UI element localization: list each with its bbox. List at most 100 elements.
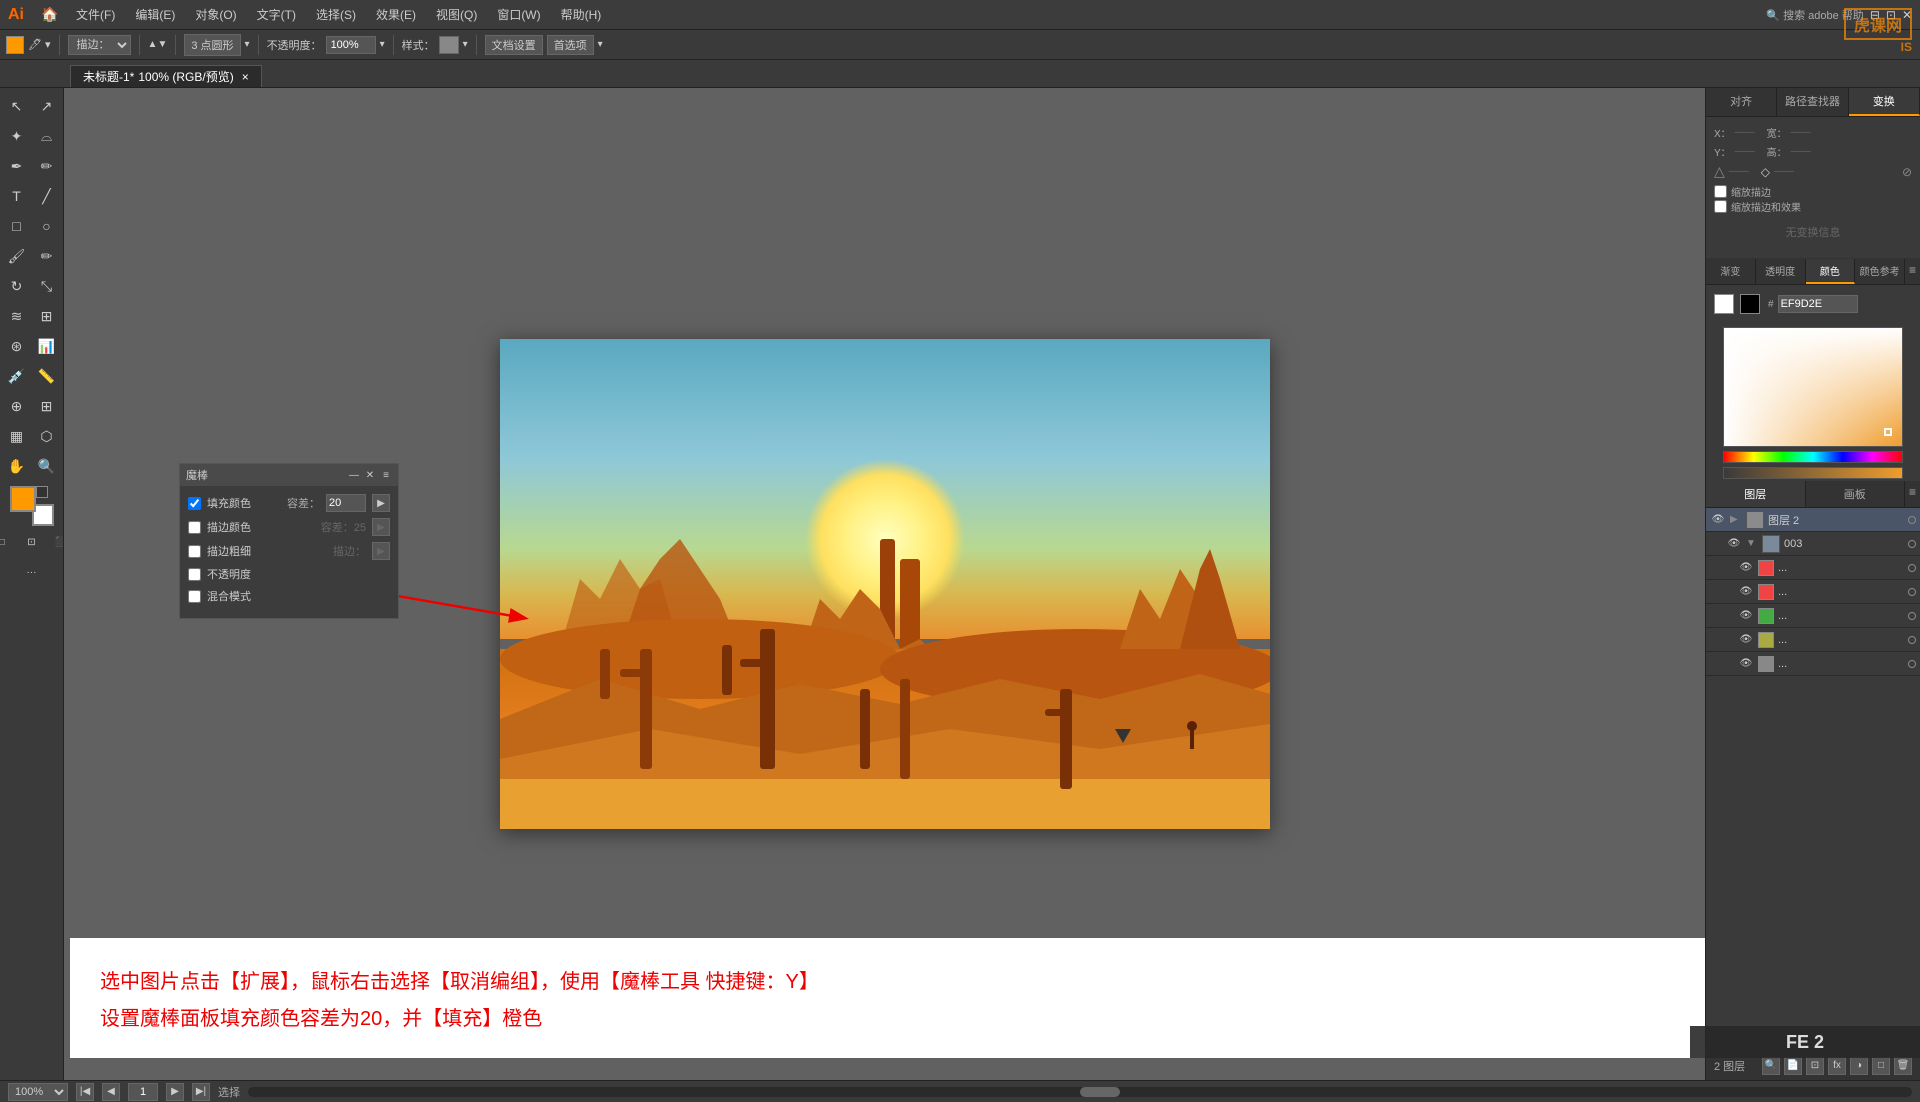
- swap-colors[interactable]: [36, 486, 48, 498]
- fill-color-checkbox[interactable]: [188, 497, 201, 510]
- layer-item-yellow[interactable]: 👁 ...: [1706, 628, 1920, 652]
- ellipse-tool[interactable]: ○: [33, 212, 61, 240]
- 003-expand[interactable]: ▼: [1746, 538, 1758, 549]
- layer-item-red1[interactable]: 👁 ...: [1706, 556, 1920, 580]
- gray-visibility[interactable]: 👁: [1738, 656, 1754, 672]
- tab-color[interactable]: 颜色: [1806, 259, 1856, 284]
- screen-mode[interactable]: ⊡: [18, 528, 46, 556]
- fill-color-swatch[interactable]: [6, 36, 24, 54]
- free-transform[interactable]: ⊞: [33, 302, 61, 330]
- pencil-tool[interactable]: ✏: [33, 242, 61, 270]
- tab-pathfinder[interactable]: 路径查找器: [1777, 88, 1848, 116]
- menu-text[interactable]: 文字(T): [249, 4, 304, 25]
- direct-select-tool[interactable]: ↗: [33, 92, 61, 120]
- normal-mode[interactable]: □: [0, 528, 16, 556]
- red1-visibility[interactable]: 👁: [1738, 560, 1754, 576]
- pen-options[interactable]: ✏: [33, 152, 61, 180]
- layer2-expand[interactable]: ▶: [1730, 514, 1742, 525]
- graph-tool[interactable]: 📊: [33, 332, 61, 360]
- more-tools[interactable]: ···: [18, 558, 46, 586]
- point-type-dropdown[interactable]: ▾: [245, 39, 250, 50]
- preferences-dropdown[interactable]: ▾: [598, 39, 603, 50]
- measure-tool[interactable]: 📏: [33, 362, 61, 390]
- lasso-tool[interactable]: ⌓: [33, 122, 61, 150]
- black-swatch[interactable]: [1740, 294, 1760, 314]
- magic-wand-tool-btn[interactable]: ✦: [3, 122, 31, 150]
- menu-select[interactable]: 选择(S): [308, 4, 364, 25]
- gradient-tool[interactable]: ▦: [3, 422, 31, 450]
- panel-close[interactable]: ✕: [364, 469, 376, 481]
- menu-effect[interactable]: 效果(E): [368, 4, 424, 25]
- stroke-width-arrow[interactable]: ▶: [372, 542, 390, 560]
- tab-align[interactable]: 对齐: [1706, 88, 1777, 116]
- scale-stroke-cb[interactable]: [1714, 185, 1727, 198]
- layers-fx-btn[interactable]: fx: [1828, 1057, 1846, 1075]
- canvas-area[interactable]: 魔棒 — ✕ ≡ 填充颜色 容差： ▶ 描边颜色 容差：: [64, 88, 1705, 1080]
- white-swatch[interactable]: [1714, 294, 1734, 314]
- layer2-visibility[interactable]: 👁: [1710, 512, 1726, 528]
- stroke-tolerance-arrow[interactable]: ▶: [372, 518, 390, 536]
- scale-tool[interactable]: ⤡: [33, 272, 61, 300]
- layer-item-green[interactable]: 👁 ...: [1706, 604, 1920, 628]
- layers-new-btn[interactable]: 📄: [1784, 1057, 1802, 1075]
- color-panel-menu[interactable]: ≡: [1905, 259, 1920, 284]
- layers-panel-menu[interactable]: ≡: [1905, 481, 1920, 507]
- zoom-tool[interactable]: 🔍: [33, 452, 61, 480]
- color-spectrum[interactable]: [1723, 327, 1903, 447]
- tab-color-ref[interactable]: 颜色参考: [1855, 259, 1905, 284]
- tab-transparency[interactable]: 透明度: [1756, 259, 1806, 284]
- layers-mask-btn[interactable]: ⊡: [1806, 1057, 1824, 1075]
- color-picker-handle[interactable]: [1884, 428, 1892, 436]
- layers-search-btn[interactable]: 🔍: [1762, 1057, 1780, 1075]
- brush-options[interactable]: 🖊 ▾: [28, 38, 51, 51]
- horizontal-scrollbar[interactable]: [248, 1087, 1912, 1097]
- tab-transform[interactable]: 变换: [1849, 88, 1920, 116]
- text-tool[interactable]: T: [3, 182, 31, 210]
- style-swatch[interactable]: [439, 36, 459, 54]
- 003-visibility[interactable]: 👁: [1726, 536, 1742, 552]
- layer-item-gray[interactable]: 👁 ...: [1706, 652, 1920, 676]
- next-page-btn[interactable]: ▶: [166, 1083, 184, 1101]
- page-input[interactable]: [128, 1083, 158, 1101]
- opacity-dropdown[interactable]: ▾: [380, 39, 385, 50]
- document-tab[interactable]: 未标题-1* 100% (RGB/预览) ×: [70, 65, 262, 87]
- layers-adjust-btn[interactable]: ◑: [1850, 1057, 1868, 1075]
- opacity-checkbox[interactable]: [188, 568, 201, 581]
- menu-window[interactable]: 窗口(W): [489, 4, 548, 25]
- layer-item-layer2[interactable]: 👁 ▶ 图层 2: [1706, 508, 1920, 532]
- eyedropper-tool[interactable]: 💉: [3, 362, 31, 390]
- blend-mode-select[interactable]: 描边：: [68, 35, 131, 55]
- menu-file[interactable]: 文件(F): [68, 4, 123, 25]
- line-tool[interactable]: ╱: [33, 182, 61, 210]
- menu-help[interactable]: 帮助(H): [553, 4, 610, 25]
- hex-input[interactable]: [1778, 295, 1858, 313]
- layers-delete-btn[interactable]: 🗑: [1894, 1057, 1912, 1075]
- magic-wand-title-bar[interactable]: 魔棒 — ✕ ≡: [180, 464, 398, 486]
- hand-tool[interactable]: ✋: [3, 452, 31, 480]
- symbol-tool[interactable]: ⊛: [3, 332, 31, 360]
- brush-tool[interactable]: 🖌: [3, 242, 31, 270]
- arrow-up-icon[interactable]: ▲▼: [148, 39, 168, 50]
- opacity-value[interactable]: 100%: [326, 36, 376, 54]
- menu-edit[interactable]: 编辑(E): [127, 4, 183, 25]
- layer-item-red2[interactable]: 👁 ...: [1706, 580, 1920, 604]
- red2-visibility[interactable]: 👁: [1738, 584, 1754, 600]
- panel-menu[interactable]: ≡: [380, 469, 392, 481]
- layers-tab-artboards[interactable]: 画板: [1806, 481, 1906, 507]
- tolerance-arrow[interactable]: ▶: [372, 494, 390, 512]
- stroke-color-checkbox[interactable]: [188, 521, 201, 534]
- menu-object[interactable]: 对象(O): [187, 4, 244, 25]
- layer-item-003[interactable]: 👁 ▼ 003: [1706, 532, 1920, 556]
- preferences-btn[interactable]: 首选项: [547, 35, 594, 55]
- artwork-canvas[interactable]: [500, 339, 1270, 829]
- style-dropdown[interactable]: ▾: [463, 39, 468, 50]
- first-page-btn[interactable]: |◀: [76, 1083, 94, 1101]
- tab-gradient[interactable]: 渐变: [1706, 259, 1756, 284]
- pen-tool[interactable]: ✒: [3, 152, 31, 180]
- hue-bar[interactable]: [1723, 451, 1903, 463]
- home-icon[interactable]: 🏠: [36, 1, 64, 29]
- blend-mode-checkbox[interactable]: [188, 590, 201, 603]
- foreground-color[interactable]: [10, 486, 36, 512]
- stroke-width-checkbox[interactable]: [188, 545, 201, 558]
- tolerance-input[interactable]: [326, 494, 366, 512]
